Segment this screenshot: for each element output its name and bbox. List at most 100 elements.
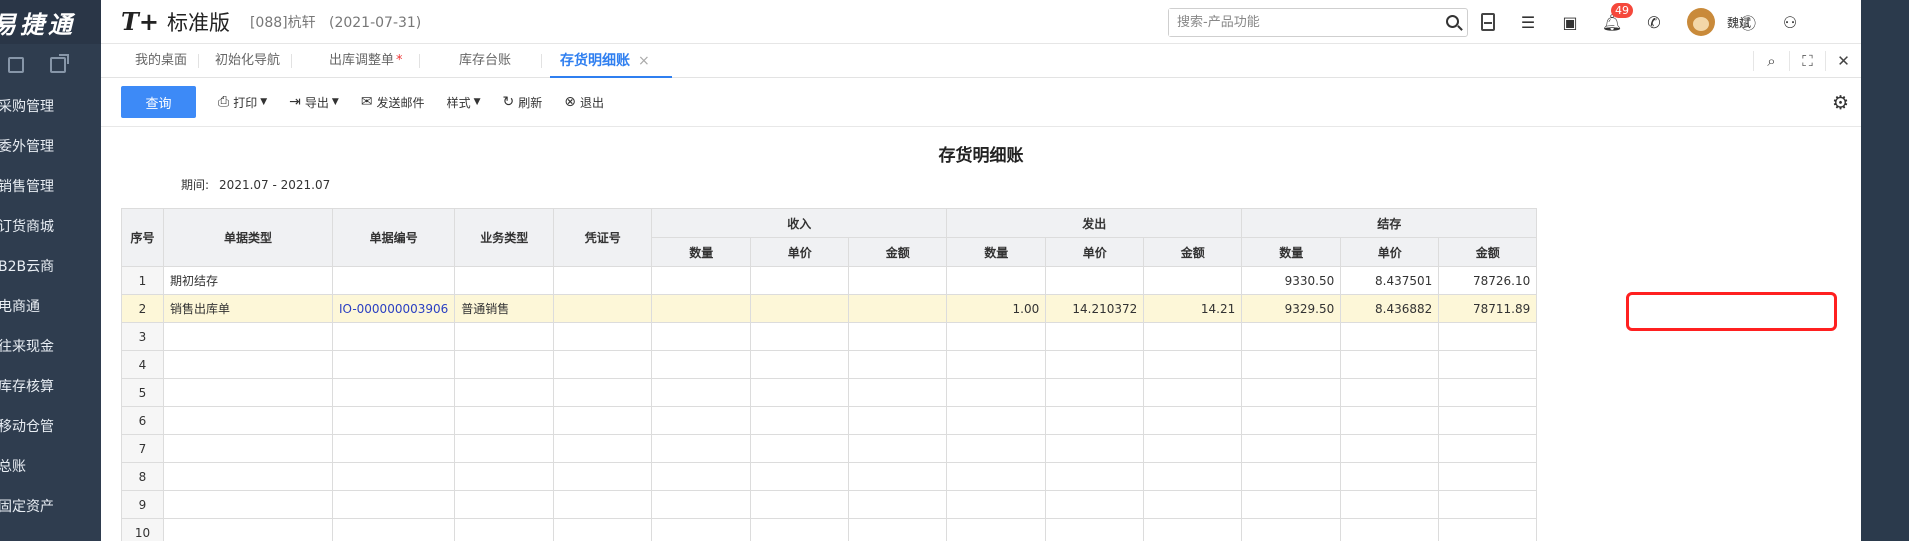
cell-bal-amount[interactable] xyxy=(1438,378,1538,407)
col-bal-amount[interactable]: 金额 xyxy=(1438,237,1538,267)
cell-in-price[interactable] xyxy=(750,462,850,491)
cell-bal-price[interactable] xyxy=(1340,350,1440,379)
refresh-button[interactable]: ↻ 刷新 xyxy=(503,94,543,111)
table-row[interactable]: 7 xyxy=(121,434,1538,463)
col-in-price[interactable]: 单价 xyxy=(750,237,850,267)
cell-doc-type[interactable] xyxy=(163,490,333,519)
cell-out-price[interactable] xyxy=(1045,350,1145,379)
cell-out-qty[interactable] xyxy=(946,266,1047,295)
cell-seq[interactable]: 2 xyxy=(121,294,164,323)
cell-doc-no[interactable] xyxy=(331,434,456,463)
cell-in-price[interactable] xyxy=(750,490,850,519)
cell-bal-amount[interactable] xyxy=(1438,350,1538,379)
cell-out-price[interactable] xyxy=(1045,266,1145,295)
cell-in-qty[interactable] xyxy=(651,434,752,463)
cell-in-qty[interactable] xyxy=(651,462,752,491)
cell-bal-amount[interactable] xyxy=(1438,434,1538,463)
cell-bal-price[interactable] xyxy=(1340,462,1440,491)
cell-in-amount[interactable] xyxy=(848,378,948,407)
sidebar-item[interactable]: 库存核算 xyxy=(0,366,101,406)
cell-doc-no[interactable]: IO-000000003906 xyxy=(331,294,456,323)
export-button[interactable]: ⇥ 导出 ▼ xyxy=(289,94,339,111)
fullscreen-icon[interactable]: ⛶ xyxy=(1789,51,1825,71)
cell-doc-type[interactable] xyxy=(163,406,333,435)
sidebar-item[interactable]: 销售管理 xyxy=(0,166,101,206)
cell-out-amount[interactable] xyxy=(1143,350,1243,379)
search-icon[interactable] xyxy=(1446,15,1459,28)
cell-doc-no[interactable] xyxy=(331,490,456,519)
cell-biz-type[interactable] xyxy=(454,462,555,491)
cell-voucher[interactable] xyxy=(553,322,653,351)
col-out-price[interactable]: 单价 xyxy=(1045,237,1145,267)
tab-inventory-detail[interactable]: 存货明细账 × xyxy=(550,44,672,78)
col-voucher[interactable]: 凭证号 xyxy=(553,208,653,267)
cell-in-amount[interactable] xyxy=(848,350,948,379)
tab-desktop[interactable]: 我的桌面 xyxy=(135,44,187,78)
cell-out-qty[interactable] xyxy=(946,518,1047,541)
sidebar-item[interactable]: B2B云商 xyxy=(0,246,101,286)
cell-in-price[interactable] xyxy=(750,434,850,463)
cell-out-qty[interactable] xyxy=(946,406,1047,435)
cell-bal-price[interactable] xyxy=(1340,490,1440,519)
cell-out-qty[interactable] xyxy=(946,462,1047,491)
cell-doc-type[interactable] xyxy=(163,434,333,463)
cell-bal-price[interactable] xyxy=(1340,434,1440,463)
cell-voucher[interactable] xyxy=(553,266,653,295)
cell-out-qty[interactable] xyxy=(946,434,1047,463)
cell-doc-no[interactable] xyxy=(331,406,456,435)
cell-in-qty[interactable] xyxy=(651,490,752,519)
cell-voucher[interactable] xyxy=(553,406,653,435)
cell-seq[interactable]: 9 xyxy=(121,490,164,519)
cell-bal-qty[interactable] xyxy=(1241,378,1342,407)
cell-seq[interactable]: 5 xyxy=(121,378,164,407)
cell-bal-qty[interactable] xyxy=(1241,406,1342,435)
sidebar-item[interactable]: 订货商城 xyxy=(0,206,101,246)
cell-biz-type[interactable] xyxy=(454,350,555,379)
cell-out-price[interactable] xyxy=(1045,518,1145,541)
table-row[interactable]: 6 xyxy=(121,406,1538,435)
tab-init-guide[interactable]: 初始化导航 xyxy=(215,44,280,78)
table-row[interactable]: 9 xyxy=(121,490,1538,519)
cell-bal-price[interactable] xyxy=(1340,322,1440,351)
close-icon[interactable]: × xyxy=(638,53,650,69)
cell-bal-qty[interactable] xyxy=(1241,434,1342,463)
cell-biz-type[interactable] xyxy=(454,378,555,407)
cell-out-qty[interactable] xyxy=(946,350,1047,379)
col-biz-type[interactable]: 业务类型 xyxy=(454,208,555,267)
cell-doc-no[interactable] xyxy=(331,322,456,351)
cell-out-amount[interactable] xyxy=(1143,490,1243,519)
cell-in-qty[interactable] xyxy=(651,378,752,407)
send-mail-button[interactable]: ✉ 发送邮件 xyxy=(361,94,425,111)
cell-out-qty[interactable] xyxy=(946,378,1047,407)
cell-out-amount[interactable] xyxy=(1143,434,1243,463)
cell-out-amount[interactable] xyxy=(1143,462,1243,491)
cell-in-price[interactable] xyxy=(750,406,850,435)
cell-biz-type[interactable] xyxy=(454,434,555,463)
cell-out-amount[interactable] xyxy=(1143,266,1243,295)
cell-doc-no[interactable] xyxy=(331,518,456,541)
cell-in-price[interactable] xyxy=(750,294,850,323)
username[interactable]: 魏斌 xyxy=(1727,14,1751,31)
cell-doc-type[interactable] xyxy=(163,322,333,351)
cell-doc-no[interactable] xyxy=(331,350,456,379)
cell-voucher[interactable] xyxy=(553,294,653,323)
cell-bal-qty[interactable] xyxy=(1241,322,1342,351)
cell-seq[interactable]: 8 xyxy=(121,462,164,491)
cell-biz-type[interactable] xyxy=(454,322,555,351)
screen-icon[interactable] xyxy=(8,57,24,73)
cell-bal-qty[interactable] xyxy=(1241,490,1342,519)
cell-seq[interactable]: 3 xyxy=(121,322,164,351)
search-icon[interactable]: ⌕ xyxy=(1753,51,1789,71)
cell-biz-type[interactable] xyxy=(454,490,555,519)
checklist-icon[interactable]: ☰ xyxy=(1519,13,1537,32)
cell-doc-no[interactable] xyxy=(331,266,456,295)
message-icon[interactable]: ▣ xyxy=(1561,13,1579,32)
cell-in-amount[interactable] xyxy=(848,490,948,519)
cell-bal-amount[interactable] xyxy=(1438,322,1538,351)
sidebar-item[interactable]: 委外管理 xyxy=(0,126,101,166)
cell-out-qty[interactable] xyxy=(946,490,1047,519)
cell-voucher[interactable] xyxy=(553,490,653,519)
cell-out-price[interactable] xyxy=(1045,378,1145,407)
cell-bal-amount[interactable] xyxy=(1438,518,1538,541)
cell-in-amount[interactable] xyxy=(848,294,948,323)
